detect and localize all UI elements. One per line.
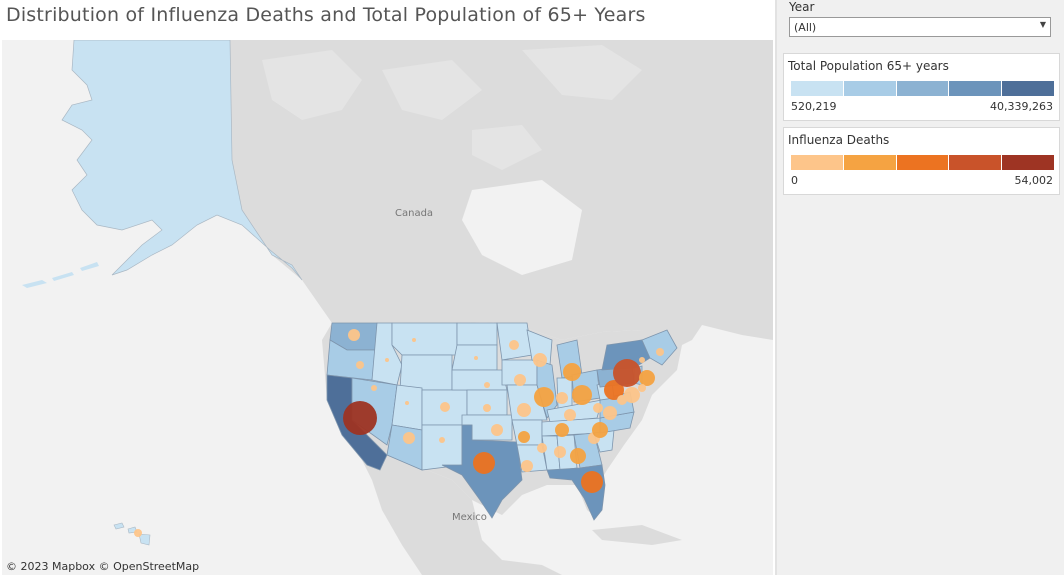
year-filter-dropdown[interactable]: (All) ▼ xyxy=(789,17,1051,37)
circle-connecticut[interactable] xyxy=(638,384,646,392)
circle-kansas[interactable] xyxy=(483,404,491,412)
circle-south-dakota[interactable] xyxy=(474,356,478,360)
deaths-legend-max: 54,002 xyxy=(1014,174,1054,187)
circle-massachusetts[interactable] xyxy=(639,370,655,386)
circle-arizona[interactable] xyxy=(403,432,415,444)
map-view[interactable]: Canada Mexico © 2023 Mapbox © OpenStreet… xyxy=(2,40,773,575)
chevron-down-icon[interactable]: ▼ xyxy=(1040,20,1046,29)
state-nebraska[interactable] xyxy=(451,369,508,391)
population-legend-min: 520,219 xyxy=(791,100,837,113)
population-ramp-step xyxy=(843,81,897,96)
circle-vermont[interactable] xyxy=(639,357,645,363)
circle-new-jersey[interactable] xyxy=(624,387,640,403)
deaths-legend-min: 0 xyxy=(791,174,798,187)
circle-georgia[interactable] xyxy=(570,448,586,464)
circle-washington[interactable] xyxy=(348,329,360,341)
population-ramp-step xyxy=(1002,81,1054,96)
circle-west-virginia[interactable] xyxy=(593,403,603,413)
circle-texas[interactable] xyxy=(473,452,495,474)
circle-nebraska[interactable] xyxy=(484,382,490,388)
deaths-ramp-step xyxy=(843,155,897,170)
year-filter-value: (All) xyxy=(794,21,817,34)
circle-idaho[interactable] xyxy=(385,358,389,362)
circle-new-mexico[interactable] xyxy=(439,437,445,443)
circle-nevada[interactable] xyxy=(371,385,377,391)
map-canvas[interactable]: Canada Mexico xyxy=(2,40,773,575)
circle-hawaii[interactable] xyxy=(134,529,142,537)
deaths-legend-title: Influenza Deaths xyxy=(788,133,890,147)
circle-oklahoma[interactable] xyxy=(491,424,503,436)
deaths-color-ramp xyxy=(791,155,1054,170)
state-new-mexico[interactable] xyxy=(421,424,463,471)
population-legend-title: Total Population 65+ years xyxy=(788,59,949,73)
circle-oregon[interactable] xyxy=(356,361,364,369)
circle-north-carolina[interactable] xyxy=(592,422,608,438)
circle-new-york[interactable] xyxy=(613,359,641,387)
circle-montana[interactable] xyxy=(412,338,416,342)
circle-wisconsin[interactable] xyxy=(533,353,547,367)
state-utah[interactable] xyxy=(391,384,423,431)
deaths-ramp-step xyxy=(896,155,950,170)
deaths-ramp-step xyxy=(791,155,844,170)
circle-maine[interactable] xyxy=(656,348,664,356)
circle-louisiana[interactable] xyxy=(521,460,533,472)
circle-kentucky[interactable] xyxy=(564,409,576,421)
circle-florida[interactable] xyxy=(581,471,603,493)
circle-virginia[interactable] xyxy=(603,406,617,420)
population-color-ramp xyxy=(791,81,1054,96)
population-ramp-step xyxy=(896,81,950,96)
map-copyright: © 2023 Mapbox © OpenStreetMap xyxy=(6,560,200,573)
state-north-dakota[interactable] xyxy=(456,322,498,346)
deaths-ramp-step xyxy=(1002,155,1054,170)
circle-mississippi[interactable] xyxy=(537,443,547,453)
population-ramp-step xyxy=(949,81,1003,96)
mexico-label: Mexico xyxy=(452,512,487,523)
circle-alabama[interactable] xyxy=(554,446,566,458)
deaths-ramp-step xyxy=(949,155,1003,170)
deaths-legend: Influenza Deaths 0 54,002 xyxy=(783,127,1060,195)
circle-illinois[interactable] xyxy=(534,387,554,407)
year-filter-label: Year xyxy=(789,0,815,14)
filter-sidebar: Year (All) ▼ Total Population 65+ years … xyxy=(777,0,1064,575)
circle-ohio[interactable] xyxy=(572,385,592,405)
population-legend: Total Population 65+ years 520,219 40,33… xyxy=(783,53,1060,121)
circle-california[interactable] xyxy=(343,401,377,435)
population-ramp-step xyxy=(791,81,844,96)
circle-tennessee[interactable] xyxy=(555,423,569,437)
population-legend-max: 40,339,263 xyxy=(990,100,1053,113)
circle-indiana[interactable] xyxy=(556,392,568,404)
circle-utah[interactable] xyxy=(405,401,409,405)
circle-missouri[interactable] xyxy=(517,403,531,417)
page-title: Distribution of Influenza Deaths and Tot… xyxy=(6,4,646,26)
circle-michigan[interactable] xyxy=(563,363,581,381)
state-wyoming[interactable] xyxy=(399,354,453,391)
circle-colorado[interactable] xyxy=(440,402,450,412)
circle-iowa[interactable] xyxy=(514,374,526,386)
state-montana[interactable] xyxy=(391,322,458,356)
circle-arkansas[interactable] xyxy=(518,431,530,443)
circle-minnesota[interactable] xyxy=(509,340,519,350)
canada-label: Canada xyxy=(395,208,433,219)
